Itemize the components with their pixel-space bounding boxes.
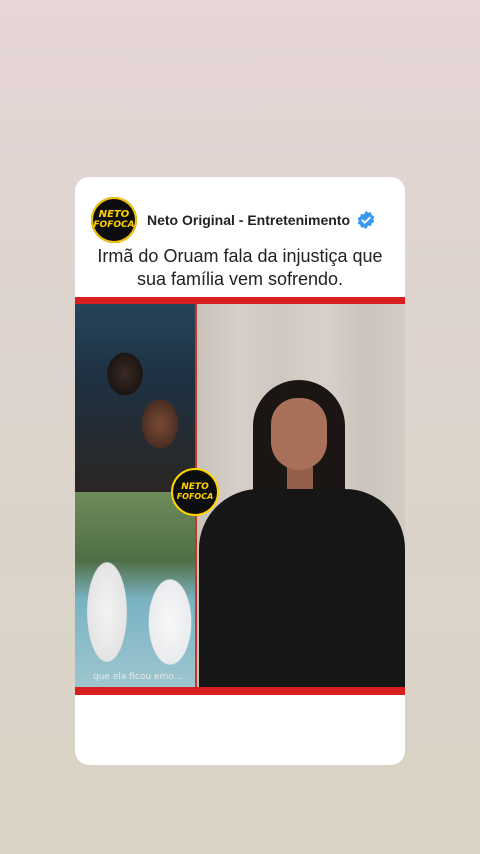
post-header: NETO FOFOCA Neto Original - Entretenimen… xyxy=(91,197,391,243)
photo-caption: que ela ficou emo... xyxy=(93,672,183,682)
media-top-border xyxy=(75,297,405,304)
post-card: NETO FOFOCA Neto Original - Entretenimen… xyxy=(75,177,405,765)
account-avatar[interactable]: NETO FOFOCA xyxy=(91,197,137,243)
speaker-face xyxy=(271,398,327,470)
speaker-shirt xyxy=(199,489,405,687)
photo-speaker xyxy=(197,304,405,687)
logo-text-line2: FOFOCA xyxy=(93,220,135,230)
logo-text-line1: NETO xyxy=(98,209,130,220)
photo-wedding xyxy=(75,492,195,687)
badge-text-line2: FOFOCA xyxy=(176,492,214,501)
post-title: Irmã do Oruam fala da injustiça que sua … xyxy=(97,246,383,289)
photo-couple-party xyxy=(75,304,195,492)
verified-badge-icon xyxy=(357,210,375,230)
account-name[interactable]: Neto Original - Entretenimento xyxy=(147,212,350,228)
neto-fofoca-logo: NETO FOFOCA xyxy=(171,468,219,516)
media-bottom-border xyxy=(75,687,405,695)
badge-text-line1: NETO xyxy=(181,482,209,492)
